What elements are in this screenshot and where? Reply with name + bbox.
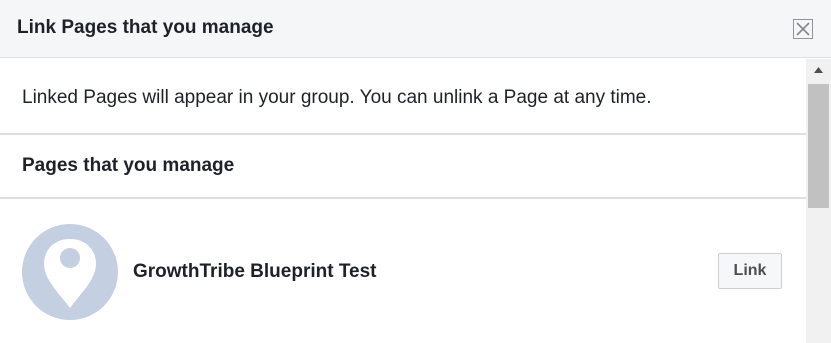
scrollbar-thumb[interactable] (808, 84, 829, 208)
link-pages-dialog: Link Pages that you manage Linked Pages … (0, 0, 831, 343)
scroll-up-button[interactable] (806, 59, 831, 83)
close-button[interactable] (793, 19, 813, 39)
vertical-scrollbar[interactable] (806, 59, 831, 343)
dialog-header: Link Pages that you manage (0, 0, 831, 58)
page-list-item: GrowthTribe Blueprint Test Link (0, 221, 806, 321)
location-pin-icon (22, 224, 118, 320)
info-text: Linked Pages will appear in your group. … (22, 87, 652, 108)
page-name: GrowthTribe Blueprint Test (133, 261, 377, 282)
divider (0, 197, 806, 199)
dialog-content: Linked Pages will appear in your group. … (0, 59, 806, 343)
arrow-up-icon (806, 59, 831, 83)
close-icon (794, 20, 812, 38)
divider (0, 133, 806, 135)
section-title: Pages that you manage (22, 155, 235, 176)
page-avatar (22, 224, 118, 320)
dialog-title: Link Pages that you manage (17, 17, 274, 38)
link-button[interactable]: Link (718, 253, 782, 289)
